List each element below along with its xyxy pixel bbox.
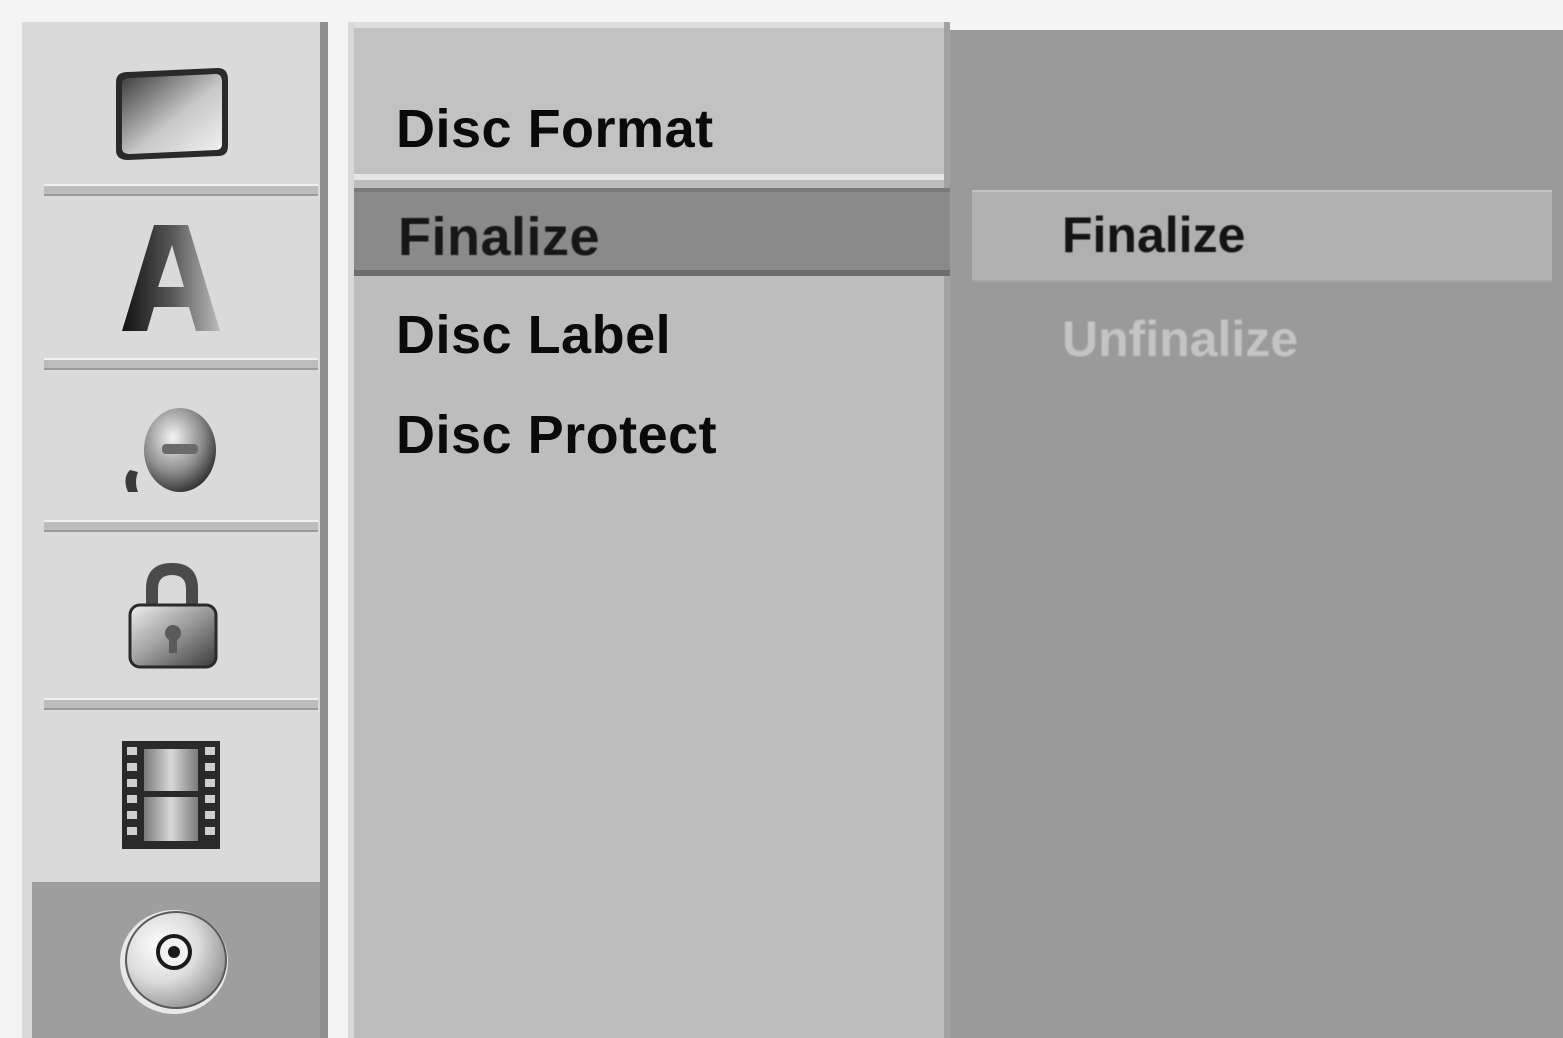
- sidebar-item-lock[interactable]: [22, 534, 320, 696]
- sidebar-item-disc[interactable]: [32, 882, 320, 1038]
- menu-item-disc-label[interactable]: Disc Label: [396, 304, 671, 366]
- option-finalize[interactable]: Finalize: [972, 190, 1552, 282]
- menu-item-label: Finalize: [398, 207, 601, 267]
- sidebar-item-tv[interactable]: [22, 40, 320, 198]
- sidebar-item-language[interactable]: [22, 200, 320, 358]
- letter-a-icon: [122, 225, 220, 331]
- speaker-icon: [125, 408, 216, 492]
- sidebar-divider: [44, 698, 318, 710]
- sidebar-divider: [44, 520, 318, 532]
- disc-icon: [120, 910, 228, 1014]
- sidebar-divider: [44, 358, 318, 370]
- finalize-options-panel: Finalize Unfinalize: [950, 30, 1563, 1038]
- category-sidebar: [22, 22, 328, 1038]
- setup-menu-screen: Disc Format Finalize Disc Label Disc Pro…: [0, 0, 1563, 1038]
- menu-item-disc-format[interactable]: Disc Format: [396, 98, 714, 160]
- option-label: Finalize: [1062, 207, 1246, 263]
- option-unfinalize: Unfinalize: [1062, 311, 1299, 367]
- lock-icon: [128, 563, 218, 669]
- menu-top-section: Disc Format: [354, 22, 944, 180]
- sidebar-divider: [44, 184, 318, 196]
- menu-item-finalize[interactable]: Finalize: [354, 188, 954, 276]
- disc-menu-panel: Disc Format Finalize Disc Label Disc Pro…: [348, 22, 954, 1038]
- sidebar-item-audio[interactable]: [22, 372, 320, 534]
- film-icon: [122, 741, 220, 849]
- tv-icon: [116, 68, 228, 160]
- menu-item-disc-protect[interactable]: Disc Protect: [396, 404, 717, 466]
- sidebar-item-record[interactable]: [22, 712, 320, 878]
